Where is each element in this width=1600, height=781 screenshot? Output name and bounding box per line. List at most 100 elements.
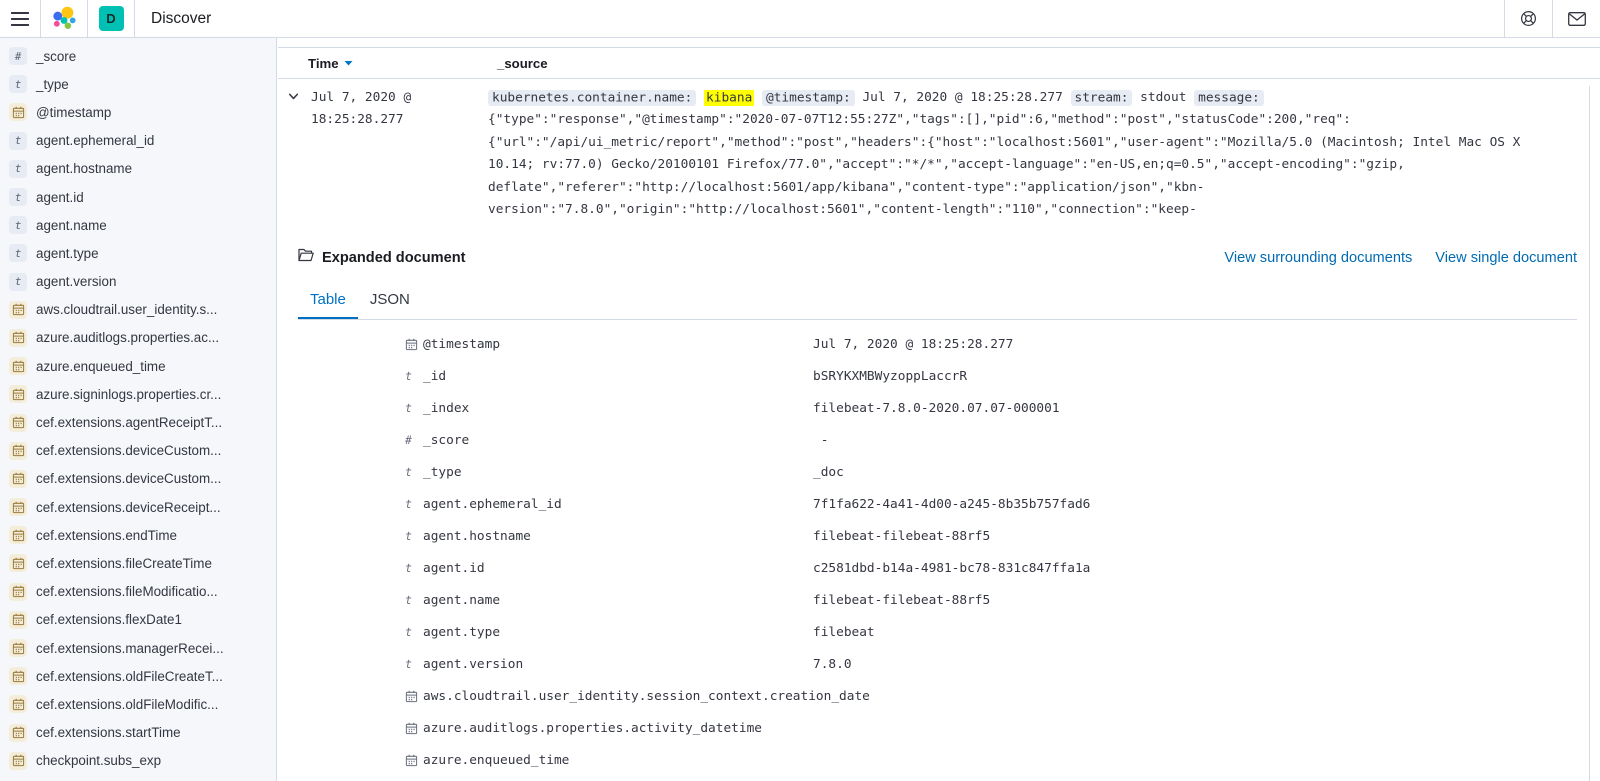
detail-field-name: azure.enqueued_time [423, 753, 813, 768]
sidebar-field-label: _type [36, 77, 69, 92]
detail-field-value: 7.8.0 [813, 657, 1600, 672]
sidebar-field-label: cef.extensions.managerRecei... [36, 641, 224, 656]
source-field-badge: message: [1194, 90, 1264, 106]
string-type-icon: t [9, 75, 27, 93]
document-row: Jul 7, 2020 @ 18:25:28.277 kubernetes.co… [278, 79, 1600, 221]
tab-json[interactable]: JSON [358, 283, 422, 319]
detail-row: #_score - [405, 424, 1600, 456]
elastic-logo[interactable] [41, 0, 87, 37]
results-table-header: Time _source [278, 47, 1600, 79]
string-type-icon: t [405, 499, 423, 511]
sort-descending-icon [344, 60, 353, 66]
sidebar-field-item[interactable]: tagent.id [0, 183, 276, 211]
sidebar-field-label: agent.id [36, 190, 84, 205]
time-column-header[interactable]: Time [308, 56, 497, 71]
sidebar-field-label: @timestamp [36, 105, 111, 120]
sidebar-field-item[interactable]: azure.enqueued_time [0, 352, 276, 380]
detail-field-name: _score [423, 433, 813, 448]
sidebar-field-label: cef.extensions.oldFileCreateT... [36, 669, 223, 684]
detail-field-value: filebeat-filebeat-88rf5 [813, 593, 1600, 608]
calendar-icon [9, 385, 27, 403]
sidebar-field-item[interactable]: tagent.hostname [0, 155, 276, 183]
sidebar-field-item[interactable]: cef.extensions.deviceCustom... [0, 437, 276, 465]
sidebar-field-label: cef.extensions.oldFileModific... [36, 697, 218, 712]
string-type-icon: t [9, 244, 27, 262]
string-type-icon: t [9, 132, 27, 150]
sidebar-field-item[interactable]: azure.signinlogs.properties.cr... [0, 380, 276, 408]
sidebar-field-item[interactable]: tagent.name [0, 211, 276, 239]
calendar-icon [9, 498, 27, 516]
calendar-icon [9, 103, 27, 121]
sidebar-field-item[interactable]: t _type [0, 70, 276, 98]
sidebar-field-label: checkpoint.subs_exp [36, 753, 161, 768]
calendar-icon [9, 639, 27, 657]
calendar-icon [9, 554, 27, 572]
sidebar-field-label: cef.extensions.agentReceiptT... [36, 415, 222, 430]
string-type-icon: t [9, 273, 27, 291]
sidebar-field-item[interactable]: cef.extensions.startTime [0, 719, 276, 747]
space-badge[interactable]: D [99, 6, 124, 31]
detail-row: azure.auditlogs.properties.activity_date… [405, 712, 1600, 744]
sidebar-field-item[interactable]: cef.extensions.oldFileCreateT... [0, 662, 276, 690]
detail-tabs: TableJSON [298, 283, 1577, 320]
sidebar-field-item[interactable]: cef.extensions.oldFileModific... [0, 690, 276, 718]
sidebar-field-item[interactable]: cef.extensions.deviceReceipt... [0, 493, 276, 521]
sidebar-field-item[interactable]: cef.extensions.endTime [0, 521, 276, 549]
sidebar-field-item[interactable]: cef.extensions.fileCreateTime [0, 549, 276, 577]
detail-row: tagent.typefilebeat [405, 616, 1600, 648]
sidebar-field-item[interactable]: cef.extensions.flexDate1 [0, 606, 276, 634]
sidebar-field-item[interactable]: aws.cloudtrail.user_identity.s... [0, 296, 276, 324]
detail-field-value: filebeat-filebeat-88rf5 [813, 529, 1600, 544]
detail-field-name: @timestamp [423, 337, 813, 352]
detail-field-name: agent.id [423, 561, 813, 576]
scrollbar-track[interactable] [1589, 86, 1590, 781]
sidebar-field-label: cef.extensions.fileCreateTime [36, 556, 212, 571]
detail-field-name: _type [423, 465, 813, 480]
calendar-icon [405, 690, 423, 703]
detail-row: tagent.idc2581dbd-b14a-4981-bc78-831c847… [405, 552, 1600, 584]
sidebar-field-item[interactable]: tagent.ephemeral_id [0, 127, 276, 155]
sidebar-field-item[interactable]: azure.auditlogs.properties.ac... [0, 324, 276, 352]
sidebar-field-label: _score [36, 49, 76, 64]
calendar-icon [9, 442, 27, 460]
sidebar-field-item[interactable]: @timestamp [0, 98, 276, 126]
detail-field-name: azure.auditlogs.properties.activity_date… [423, 721, 813, 736]
calendar-icon [9, 695, 27, 713]
search-highlight: kibana [704, 90, 754, 106]
menu-icon[interactable] [0, 0, 40, 37]
sidebar-field-label: agent.type [36, 246, 99, 261]
string-type-icon: t [405, 595, 423, 607]
detail-field-value: filebeat [813, 625, 1600, 640]
detail-field-value: bSRYKXMBWyzoppLaccrR [813, 369, 1600, 384]
detail-row: t_indexfilebeat-7.8.0-2020.07.07-000001 [405, 392, 1600, 424]
sidebar-field-label: cef.extensions.fileModificatio... [36, 584, 218, 599]
detail-row: t_type_doc [405, 456, 1600, 488]
source-field-value: Jul 7, 2020 @ 18:25:28.277 [862, 90, 1062, 105]
detail-field-value: c2581dbd-b14a-4981-bc78-831c847ffa1a [813, 561, 1600, 576]
page-title: Discover [135, 0, 227, 37]
sidebar-field-label: azure.signinlogs.properties.cr... [36, 387, 221, 402]
help-icon[interactable] [1505, 0, 1552, 37]
detail-row: azure.enqueued_time [405, 744, 1600, 776]
folder-open-icon [298, 248, 314, 267]
view-single-document-link[interactable]: View single document [1435, 250, 1577, 266]
sidebar-field-label: agent.version [36, 274, 116, 289]
sidebar-field-label: agent.hostname [36, 161, 132, 176]
sidebar-field-item[interactable]: cef.extensions.agentReceiptT... [0, 408, 276, 436]
sidebar-field-item[interactable]: cef.extensions.managerRecei... [0, 634, 276, 662]
sidebar-field-item[interactable]: cef.extensions.fileModificatio... [0, 578, 276, 606]
collapse-row-icon[interactable] [285, 90, 301, 106]
sidebar-field-item[interactable]: t agent.type [0, 239, 276, 267]
calendar-icon [405, 338, 423, 351]
document-source: kubernetes.container.name: kibana @times… [488, 87, 1540, 221]
mail-icon[interactable] [1553, 0, 1600, 37]
sidebar-field-item[interactable]: cef.extensions.deviceCustom... [0, 465, 276, 493]
tab-table[interactable]: Table [298, 283, 358, 319]
view-surrounding-documents-link[interactable]: View surrounding documents [1224, 250, 1412, 266]
sidebar-field-item[interactable]: t agent.version [0, 268, 276, 296]
detail-field-name: agent.version [423, 657, 813, 672]
field-list: #_scoret _type @timestamp tagent.ephemeral_… [0, 42, 276, 775]
expanded-document-title: Expanded document [322, 250, 466, 266]
sidebar-field-item[interactable]: #_score [0, 42, 276, 70]
sidebar-field-item[interactable]: checkpoint.subs_exp [0, 747, 276, 775]
